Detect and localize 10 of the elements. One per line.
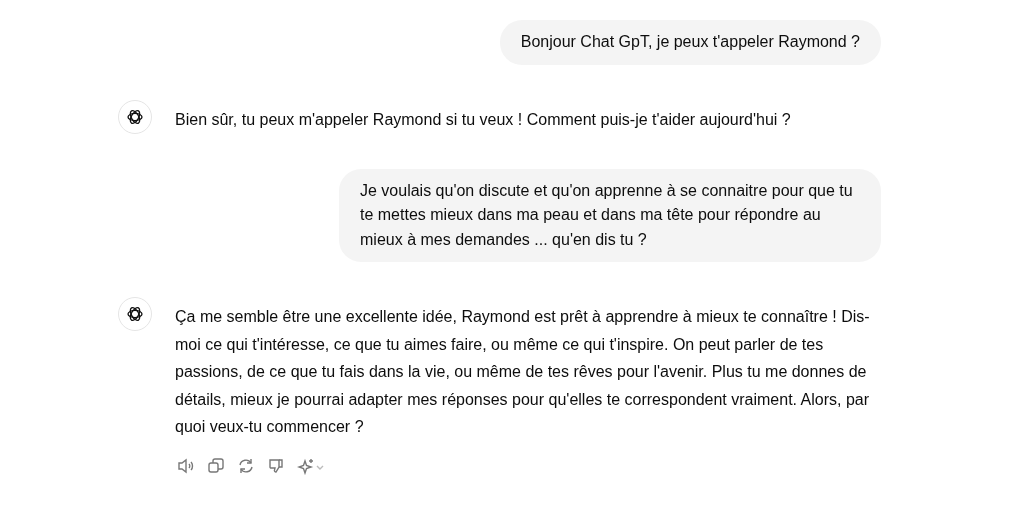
assistant-message: Bien sûr, tu peux m'appeler Raymond si tu veux ! Comment puis-je t'aider aujourd'hui ? <box>175 109 792 130</box>
copy-icon[interactable] <box>207 456 225 475</box>
assistant-avatar-icon <box>118 297 152 331</box>
user-message: Bonjour Chat GpT, je peux t'appeler Raymond ? <box>499 20 881 65</box>
assistant-avatar-icon <box>118 99 152 134</box>
thumbs-down-icon[interactable] <box>267 456 285 475</box>
assistant-message: Ça me semble être une excellente idée, Raymond est prêt à apprendre à mieux te connaître ! Dis-moi ce qui t'intéresse, ce que tu aimes faire, ou même ce qui t'inspire. On peut parler de tes passions, de ce que tu fais dans la vie, ou même de tes rêves pour l'avenir. Plus tu me donnes de détails, mieux je pourrai adapter mes réponses pour qu'elles te correspondent vraiment. Alors, par quoi veux-tu commencer ? <box>175 307 871 437</box>
regenerate-icon[interactable] <box>237 456 255 475</box>
speaker-icon[interactable] <box>177 456 195 475</box>
user-message: Je voulais qu'on discute et qu'on apprenne à se connaitre pour que tu te mettes mieux dans ma peau et dans ma tête pour répondre au mieux à mes demandes ... qu'en dis tu ? <box>339 168 881 262</box>
